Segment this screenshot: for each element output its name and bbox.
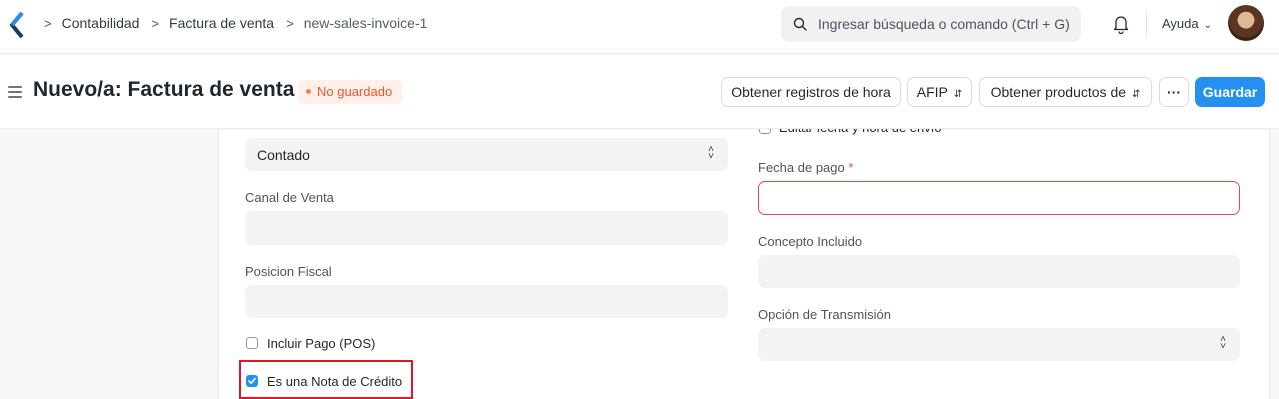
status-badge-overlay: No guardado [298,80,403,104]
navbar: > Contabilidad > Factura de venta > new-… [0,0,1279,54]
fiscal-position-label: Posicion Fiscal [245,264,332,279]
page-title-overlay: Nuevo/a: Factura de venta [33,78,295,101]
due-date-label-text: Fecha de pago [758,160,845,175]
search-icon [793,17,807,31]
select-arrows-icon: ˄ ˅ [1220,334,1226,352]
notification-bell-icon[interactable] [1112,14,1130,34]
help-dropdown[interactable]: Ayuda ⌄ [1162,16,1212,31]
help-label: Ayuda [1162,16,1199,31]
chevron-right-icon: > [151,15,160,31]
breadcrumb-accounting[interactable]: Contabilidad [62,15,140,31]
due-date-input[interactable] [758,181,1240,215]
select-arrows-icon: ˄ ˅ [708,144,714,162]
afip-button-overlay[interactable]: AFIP ⇵ [907,77,972,107]
chevron-right-icon: > [44,15,52,31]
chevron-down-icon: ⌄ [1203,20,1213,31]
payment-type-select[interactable]: Contado ˄ ˅ [245,138,728,171]
avatar[interactable] [1228,5,1264,41]
status-text-overlay: No guardado [317,84,393,99]
breadcrumb-current[interactable]: new-sales-invoice-1 [304,15,428,31]
get-items-from-button-overlay[interactable]: Obtener productos de ⇵ [979,77,1152,107]
due-date-label: Fecha de pago * [758,160,853,175]
status-dot-overlay-icon [306,89,311,95]
credit-note-highlight [239,360,413,399]
search-bar[interactable]: Ingresar búsqueda o comando (Ctrl + G) [781,6,1081,42]
header-overlay: Nuevo/a: Factura de venta No guardado Ob… [0,55,1279,129]
get-time-logs-button-overlay[interactable]: Obtener registros de hora [721,77,901,107]
payment-type-value: Contado [257,147,310,163]
breadcrumb: > Contabilidad > Factura de venta > new-… [44,15,439,31]
sidebar-toggle-overlay-icon[interactable] [8,86,22,101]
concept-label: Concepto Incluido [758,234,863,249]
fiscal-position-input[interactable] [245,285,728,318]
required-mark: * [848,160,854,175]
select-arrows-overlay-icon: ⇵ [1132,89,1141,100]
navbar-divider [1146,10,1147,38]
include-payment-checkbox[interactable] [246,337,258,349]
breadcrumb-sales-invoice[interactable]: Factura de venta [169,15,274,31]
sales-channel-input[interactable] [245,211,728,245]
search-placeholder: Ingresar búsqueda o comando (Ctrl + G) [818,16,1070,32]
select-arrows-overlay-icon: ⇵ [953,89,963,100]
get-items-label-overlay: Obtener productos de [990,84,1127,100]
save-button-overlay[interactable]: Guardar [1195,77,1265,107]
transmission-select[interactable]: ˄ ˅ [758,328,1240,361]
chevron-right-icon: > [286,15,294,31]
concept-input[interactable] [758,255,1240,288]
more-actions-button-overlay[interactable]: ··· [1159,77,1189,107]
app-logo[interactable] [10,12,24,38]
transmission-label: Opción de Transmisión [758,307,891,322]
include-payment-label: Incluir Pago (POS) [267,336,376,351]
sales-channel-label: Canal de Venta [245,190,334,205]
afip-label-overlay: AFIP [916,84,948,100]
